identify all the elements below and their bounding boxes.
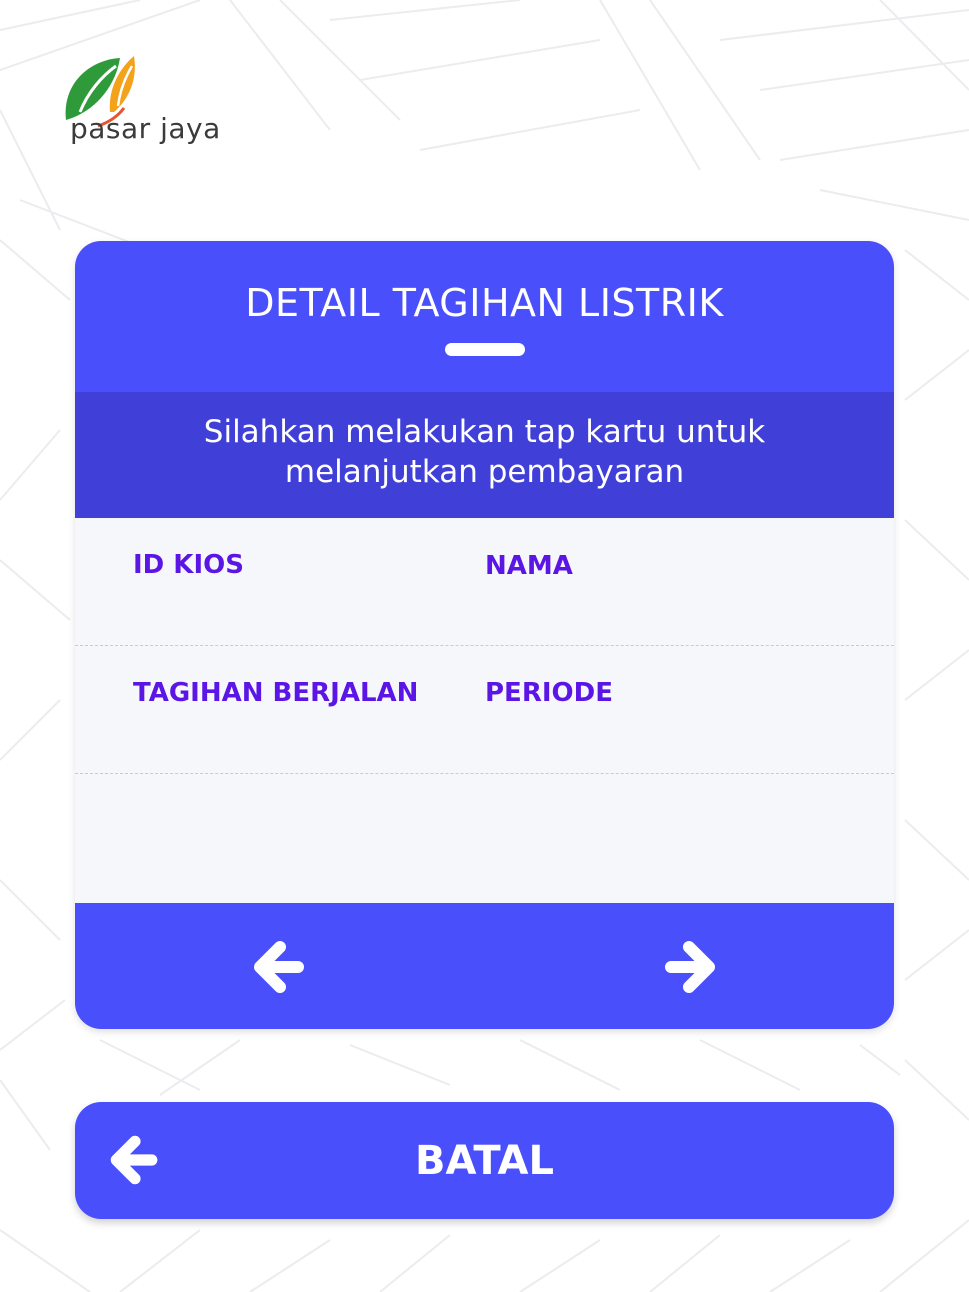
- card-header: DETAIL TAGIHAN LISTRIK: [75, 241, 894, 392]
- instruction-line-2: melanjutkan pembayaran: [284, 454, 685, 490]
- info-row-2: TAGIHAN BERJALAN PERIODE: [75, 646, 894, 774]
- card-navigation: [75, 903, 894, 1029]
- prev-button[interactable]: [250, 937, 310, 997]
- instruction-banner: Silahkan melakukan tap kartu untuk melan…: [75, 392, 894, 518]
- nama-label: NAMA: [485, 551, 573, 581]
- cancel-label: BATAL: [415, 1138, 554, 1184]
- instruction-line-1: Silahkan melakukan tap kartu untuk: [203, 414, 766, 450]
- arrow-right-icon: [665, 941, 715, 993]
- bill-detail-card: DETAIL TAGIHAN LISTRIK Silahkan melakuka…: [75, 241, 894, 1029]
- cancel-button[interactable]: BATAL: [75, 1102, 894, 1219]
- title-underline: [445, 343, 525, 356]
- brand-name: pasar jaya: [70, 112, 221, 145]
- info-row-1: ID KIOS NAMA: [75, 518, 894, 646]
- page-title: DETAIL TAGIHAN LISTRIK: [245, 281, 724, 325]
- id-kios-label: ID KIOS: [133, 550, 244, 580]
- periode-label: PERIODE: [485, 678, 613, 708]
- arrow-left-icon: [254, 941, 304, 993]
- tagihan-berjalan-label: TAGIHAN BERJALAN: [133, 678, 419, 708]
- next-button[interactable]: [659, 937, 719, 997]
